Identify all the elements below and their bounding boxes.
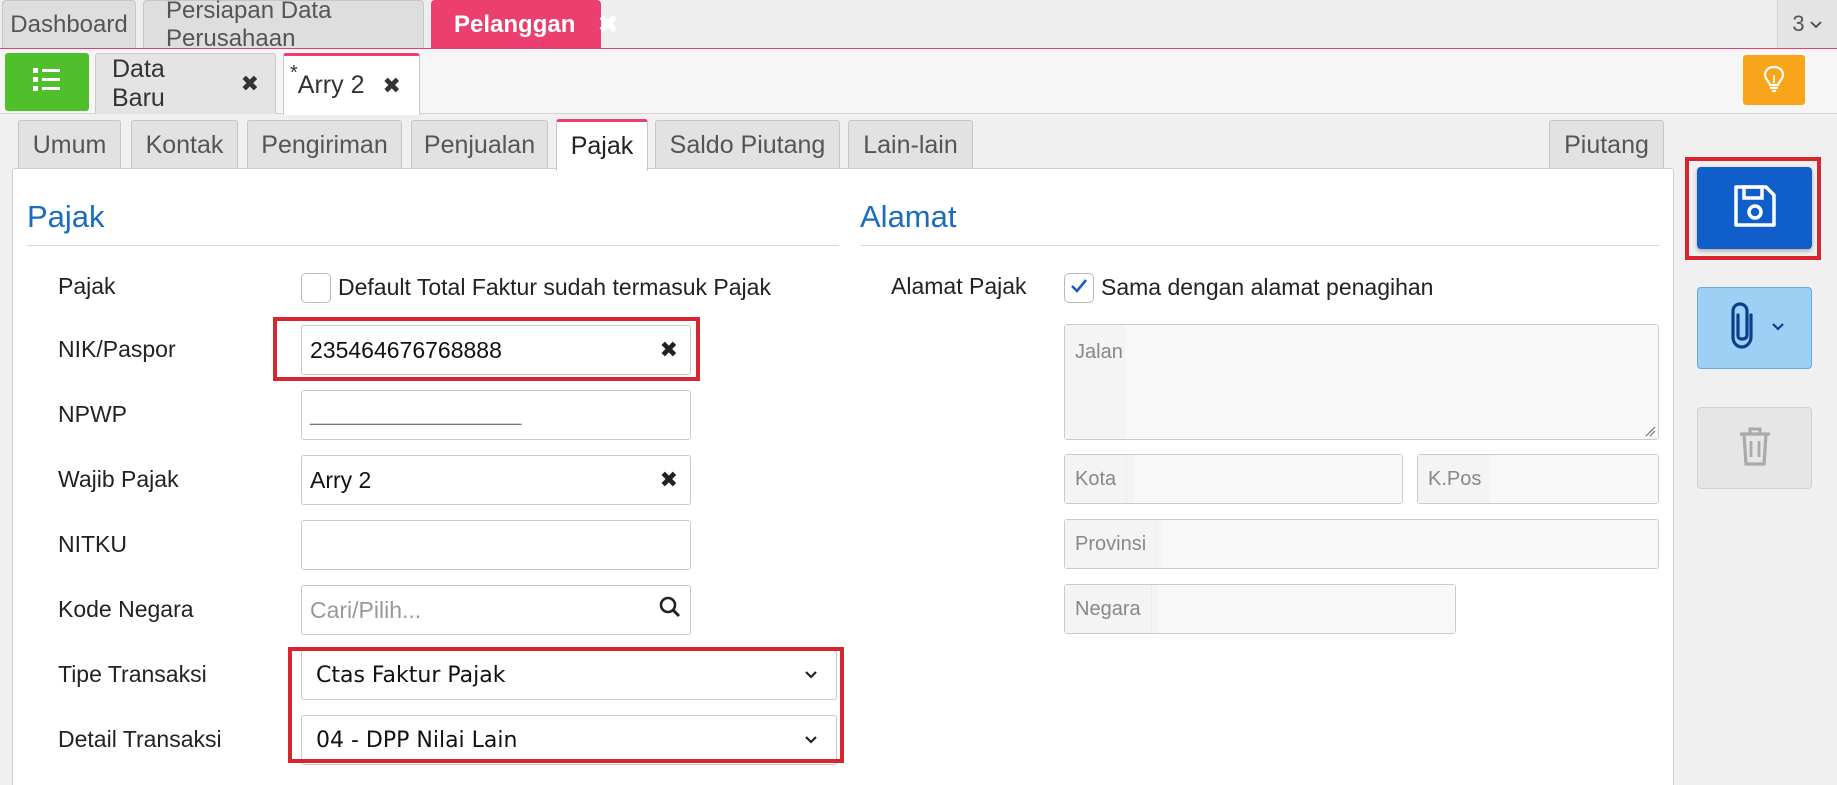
jalan-placeholder: Jalan (1065, 325, 1125, 439)
tab-penjualan[interactable]: Penjualan (411, 120, 548, 170)
module-tab-bar: Dashboard Persiapan Data Perusahaan Pela… (0, 0, 1837, 52)
tab-lain-lain-label: Lain-lain (863, 131, 958, 159)
tipe-transaksi-label: Tipe Transaksi (58, 661, 207, 687)
tab-pelanggan[interactable]: Pelanggan ✖ (431, 0, 619, 48)
tab-piutang[interactable]: Piutang (1549, 120, 1664, 170)
pajak-section-divider (27, 245, 839, 246)
highlight-nik-box (273, 317, 700, 381)
npwp-label: NPWP (58, 401, 127, 427)
same-address-checkbox[interactable] (1064, 273, 1094, 303)
tab-pengiriman-label: Pengiriman (261, 131, 388, 159)
alamat-pajak-label: Alamat Pajak (891, 273, 1027, 299)
check-icon (1069, 277, 1089, 300)
npwp-value: ___________________ (310, 403, 522, 426)
close-tab-arry-2-icon[interactable]: ✖ (382, 73, 400, 99)
attachment-button[interactable] (1697, 287, 1812, 369)
negara-input[interactable] (1157, 585, 1455, 633)
kode-negara-label: Kode Negara (58, 596, 194, 622)
tab-dashboard[interactable]: Dashboard (2, 0, 136, 48)
tab-umum-label: Umum (32, 131, 107, 159)
tab-kontak[interactable]: Kontak (131, 120, 238, 170)
document-tab-bar: Data Baru ✖ * Arry 2 ✖ (0, 49, 1837, 115)
clear-wajib-pajak-icon[interactable]: ✖ (660, 467, 678, 493)
kota-field[interactable]: Kota (1064, 454, 1403, 504)
alamat-section-divider (860, 245, 1660, 246)
tab-umum[interactable]: Umum (18, 120, 121, 170)
jalan-textarea[interactable]: Jalan (1064, 324, 1659, 440)
search-icon[interactable] (658, 595, 682, 625)
nik-paspor-label: NIK/Paspor (58, 336, 176, 362)
tab-arry-2[interactable]: * Arry 2 ✖ (283, 53, 420, 115)
nitku-field[interactable] (301, 520, 691, 570)
wajib-pajak-value: Arry 2 (310, 466, 372, 493)
tab-arry-2-label: Arry 2 (297, 71, 365, 99)
tab-persiapan-data-perusahaan[interactable]: Persiapan Data Perusahaan (143, 0, 424, 52)
save-button[interactable] (1697, 167, 1812, 249)
kpos-input[interactable] (1490, 455, 1658, 503)
chevron-down-icon (1809, 11, 1823, 37)
tips-button[interactable] (1743, 55, 1805, 105)
detail-transaksi-label: Detail Transaksi (58, 726, 222, 752)
tab-data-baru[interactable]: Data Baru ✖ (95, 53, 276, 114)
npwp-field[interactable]: ___________________ (301, 390, 691, 440)
pajak-label: Pajak (58, 273, 116, 299)
highlight-transaksi-box (288, 647, 844, 763)
default-include-tax-checkbox[interactable] (301, 273, 331, 303)
nitku-label: NITKU (58, 531, 127, 557)
tab-pengiriman[interactable]: Pengiriman (247, 120, 402, 170)
provinsi-field[interactable]: Provinsi (1064, 519, 1659, 569)
tab-count: 3 (1792, 11, 1805, 36)
wajib-pajak-field[interactable]: Arry 2 ✖ (301, 455, 691, 505)
paperclip-icon (1725, 301, 1763, 356)
kode-negara-placeholder: Cari/Pilih... (310, 596, 422, 623)
default-include-tax-label: Default Total Faktur sudah termasuk Paja… (338, 274, 771, 300)
lightbulb-icon (1760, 63, 1788, 98)
alamat-section-title: Alamat (860, 199, 957, 234)
negara-field[interactable]: Negara (1064, 584, 1456, 634)
tab-penjualan-label: Penjualan (423, 131, 536, 159)
tab-saldo-piutang[interactable]: Saldo Piutang (655, 120, 840, 170)
negara-placeholder: Negara (1065, 585, 1152, 633)
tab-lain-lain[interactable]: Lain-lain (848, 120, 973, 170)
kpos-field[interactable]: K.Pos (1417, 454, 1659, 504)
close-tab-data-baru-icon[interactable]: ✖ (241, 71, 259, 97)
tab-persiapan-label: Persiapan Data Perusahaan (166, 0, 332, 52)
provinsi-placeholder: Provinsi (1065, 520, 1158, 568)
tab-pajak-label: Pajak (570, 132, 634, 160)
list-icon (32, 66, 62, 99)
provinsi-input[interactable] (1161, 520, 1658, 568)
pajak-section-title: Pajak (27, 199, 105, 234)
chevron-down-icon (1771, 319, 1785, 337)
trash-icon (1736, 424, 1774, 473)
kota-input[interactable] (1133, 455, 1402, 503)
jalan-input-area[interactable] (1125, 325, 1658, 439)
tab-kontak-label: Kontak (145, 131, 224, 159)
wajib-pajak-label: Wajib Pajak (58, 466, 179, 492)
kpos-placeholder: K.Pos (1418, 455, 1493, 503)
resize-handle-icon[interactable] (1644, 425, 1656, 437)
same-address-label: Sama dengan alamat penagihan (1101, 274, 1434, 300)
floppy-disk-icon (1731, 182, 1779, 235)
list-menu-button[interactable] (5, 53, 89, 111)
tab-pelanggan-label: Pelanggan (454, 10, 576, 38)
tab-data-baru-label: Data Baru (112, 55, 165, 112)
kota-placeholder: Kota (1065, 455, 1128, 503)
unsaved-marker: * (290, 62, 298, 84)
tab-piutang-label: Piutang (1564, 131, 1649, 159)
close-tab-pelanggan-icon[interactable]: ✖ (597, 9, 619, 40)
tab-pajak[interactable]: Pajak (556, 119, 648, 171)
tab-dashboard-label: Dashboard (10, 10, 128, 38)
tab-overflow-counter[interactable]: 3 (1777, 0, 1837, 48)
kode-negara-field[interactable]: Cari/Pilih... (301, 585, 691, 635)
tab-saldo-piutang-label: Saldo Piutang (669, 131, 826, 159)
delete-button[interactable] (1697, 407, 1812, 489)
